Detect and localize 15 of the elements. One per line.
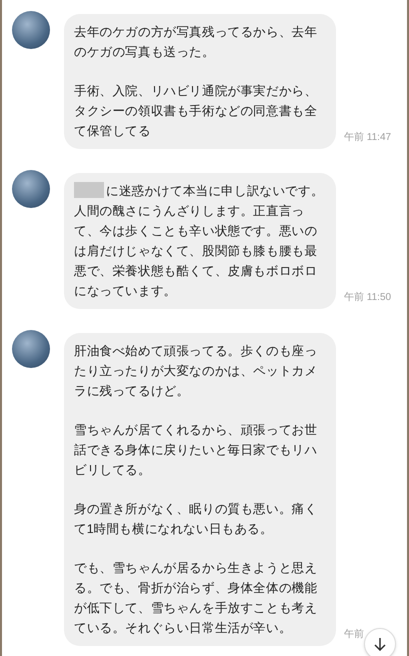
- message-text: 身の置き所がなく、眠りの質も悪い。痛くて1時間も横になれない日もある。: [74, 501, 318, 538]
- message-text: 手術、入院、リハビリ通院が事実だから、タクシーの領収書も手術などの同意書も全て保管してる: [74, 83, 318, 140]
- avatar[interactable]: [12, 11, 50, 49]
- arrow-down-icon: [374, 637, 386, 651]
- message-text: でも、雪ちゃんが居るから生きようと思える。でも、骨折が治らず、身体全体の機能が低下して、雪ちゃんを手放すことも考えている。それぐらい日常生活が辛い。: [74, 560, 318, 637]
- message-text: 雪ちゃんが居てくれるから、頑張ってお世話できる身体に戻りたいと毎日家でもリハビリしてる。: [74, 422, 318, 479]
- avatar[interactable]: [12, 170, 50, 208]
- message-text: 去年のケガの方が写真残ってるから、去年のケガの写真も送った。: [74, 24, 318, 61]
- message-text: に迷惑かけて本当に申し訳ないです。人間の醜さにうんざりします。正直言って、今は歩くことも辛い状態です。悪いのは肩だけじゃなくて、股関節も膝も腰も最悪で、栄養状態も酷くて、皮膚もボロボロになっています。: [74, 181, 325, 300]
- scroll-down-button[interactable]: [364, 628, 396, 656]
- timestamp: 午前: [344, 628, 364, 642]
- avatar[interactable]: [12, 330, 50, 368]
- timestamp: 午前 11:50: [344, 291, 392, 305]
- timestamp: 午前 11:47: [344, 131, 392, 145]
- message-text: 肝油食べ始めて頑張ってる。歩くのも座ったり立ったりが大変なのかは、ペットカメラに残ってるけど。: [74, 343, 318, 400]
